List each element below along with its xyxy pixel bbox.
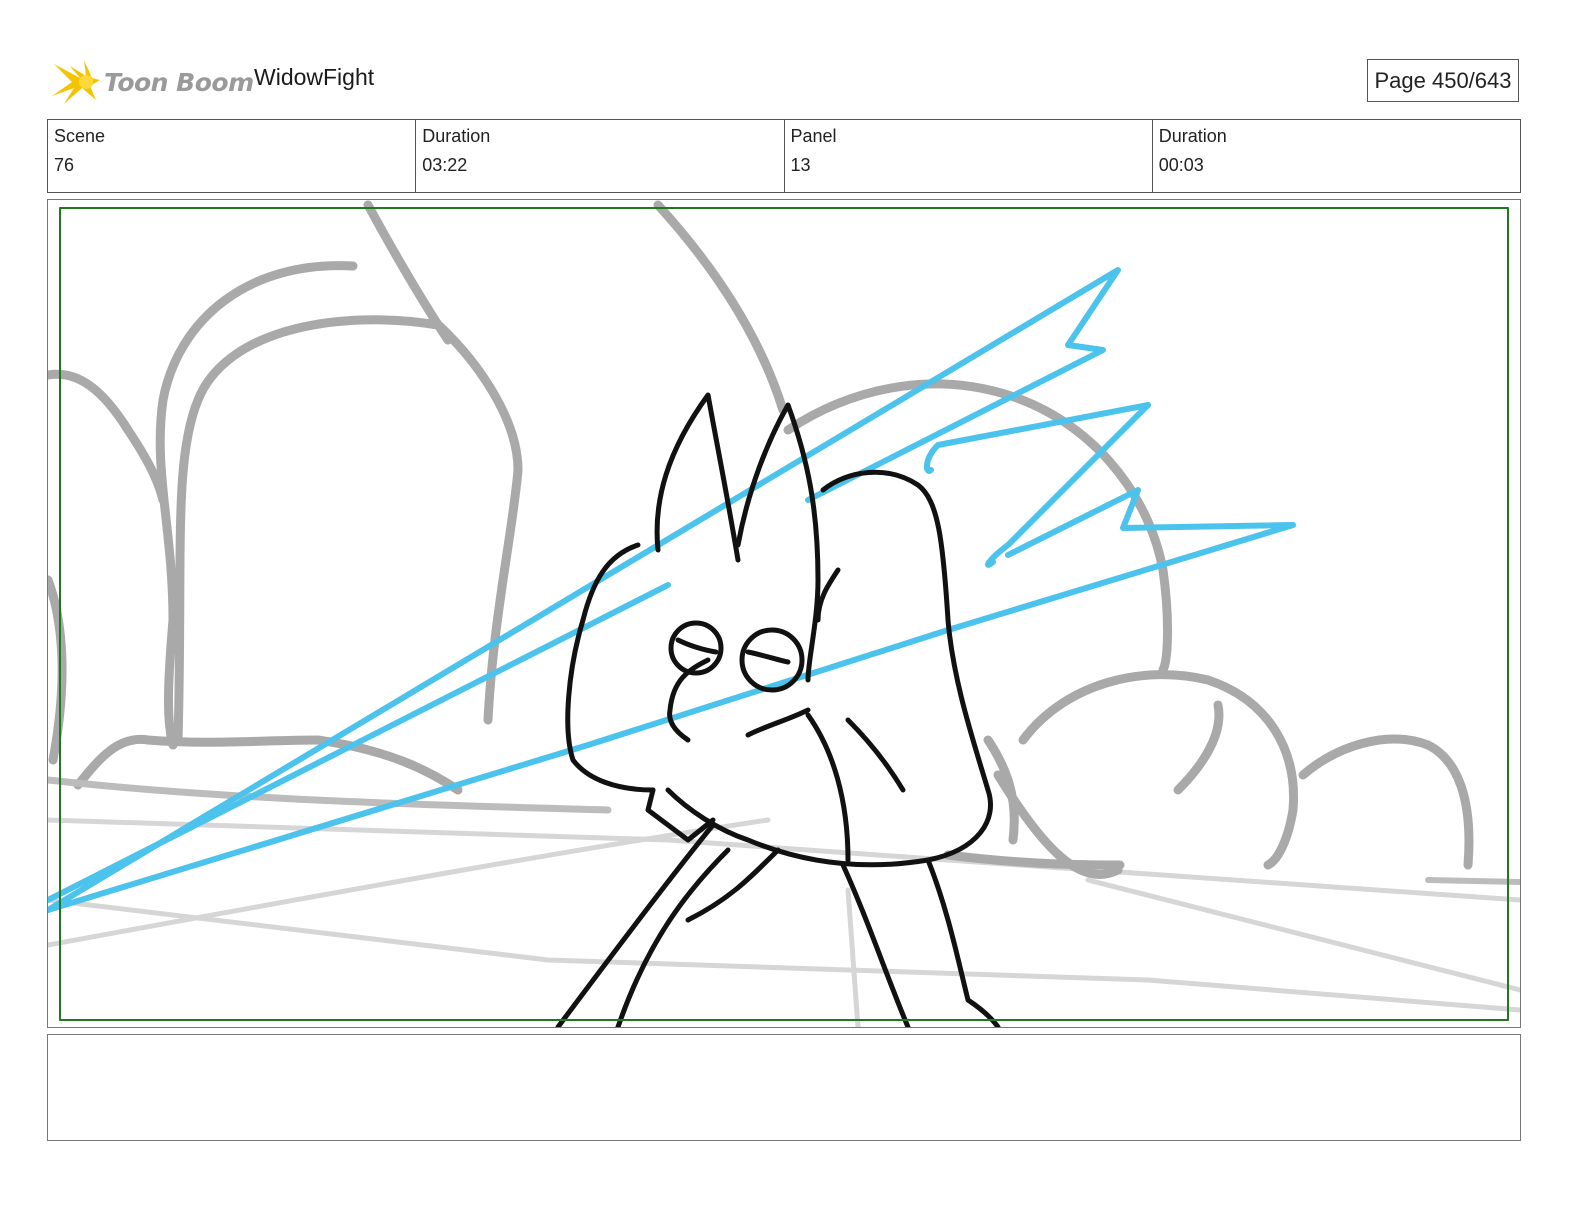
starburst-icon <box>52 60 100 104</box>
scene-value: 76 <box>54 155 75 175</box>
panel-duration-cell: Duration 00:03 <box>1153 120 1520 192</box>
character-figure <box>555 392 1001 1027</box>
panel-value: 13 <box>790 155 811 175</box>
storyboard-panel-image <box>47 199 1521 1028</box>
page-number: Page 450/643 <box>1367 59 1519 102</box>
panel-label: Panel <box>790 126 837 146</box>
lightning-bolts <box>48 267 1296 913</box>
scene-duration-label: Duration <box>422 126 491 146</box>
background-rocks <box>48 200 1474 879</box>
scene-duration-value: 03:22 <box>422 155 468 175</box>
panel-duration-value: 00:03 <box>1158 155 1204 175</box>
sketch-drawing <box>48 200 1520 1027</box>
scene-label: Scene <box>54 126 106 146</box>
brand-name: Toon Boom <box>104 67 254 97</box>
scene-cell: Scene 76 <box>48 120 417 192</box>
project-title: WidowFight <box>254 64 375 90</box>
toon-boom-logo: Toon Boom <box>50 56 254 108</box>
panel-duration-label: Duration <box>1158 126 1227 146</box>
panel-info-bar: Scene 76 Duration 03:22 Panel 13 Duratio… <box>47 119 1521 193</box>
panel-cell: Panel 13 <box>785 120 1153 192</box>
scene-duration-cell: Duration 03:22 <box>416 120 785 192</box>
panel-notes <box>47 1034 1521 1141</box>
